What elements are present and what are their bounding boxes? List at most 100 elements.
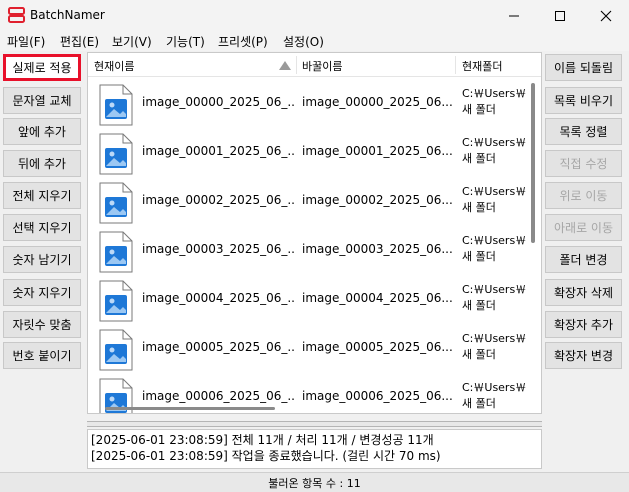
prepend-button[interactable]: 앞에 추가 [3, 118, 81, 145]
folder-cell: C:￦Users￦ 새 폴더 [462, 233, 528, 265]
clear-all-button[interactable]: 전체 지우기 [3, 182, 81, 209]
move-up-button[interactable]: 위로 이동 [545, 182, 622, 209]
button-label: 아래로 이동 [553, 221, 613, 235]
folder-path: C:￦Users￦ [462, 185, 527, 198]
new-name-cell: image_00001_2025_06... [302, 144, 452, 158]
button-label: 숫자 남기기 [12, 253, 72, 267]
column-current-folder[interactable]: 현재폴더 [462, 58, 502, 74]
image-file-icon [99, 231, 133, 273]
add-extension-button[interactable]: 확장자 추가 [545, 311, 622, 338]
button-label: 목록 비우기 [553, 94, 613, 108]
change-extension-button[interactable]: 확장자 변경 [545, 342, 622, 369]
status-bar: 불러온 항목 수 : 11 [0, 472, 629, 492]
button-label: 문자열 교체 [12, 94, 72, 108]
maximize-button[interactable] [537, 0, 583, 31]
apply-button[interactable]: 실제로 적용 [3, 54, 81, 81]
folder-cell: C:￦Users￦ 새 폴더 [462, 380, 528, 412]
title-bar[interactable]: BatchNamer [0, 0, 629, 31]
button-label: 선택 지우기 [12, 221, 72, 235]
button-label: 위로 이동 [559, 189, 608, 203]
change-folder-button[interactable]: 폴더 변경 [545, 246, 622, 273]
current-name-cell: image_00003_2025_06_... [142, 242, 296, 256]
column-new-name[interactable]: 바꿀이름 [302, 58, 342, 74]
current-name-cell: image_00005_2025_06_... [142, 340, 296, 354]
log-panel[interactable]: [2025-06-01 23:08:59] 전체 11개 / 처리 11개 / … [87, 429, 542, 469]
menu-settings[interactable]: 설정(O) [283, 33, 324, 50]
new-name-cell: image_00000_2025_06... [302, 95, 452, 109]
append-button[interactable]: 뒤에 추가 [3, 150, 81, 177]
close-icon [600, 10, 612, 21]
status-text: 불러온 항목 수 : 11 [268, 476, 361, 490]
log-line: [2025-06-01 23:08:59] 작업을 종료했습니다. (걸린 시간… [91, 449, 441, 463]
menu-view[interactable]: 보기(V) [112, 33, 152, 50]
button-label: 전체 지우기 [12, 189, 72, 203]
edit-directly-button[interactable]: 직접 수정 [545, 150, 622, 177]
folder-path: C:￦Users￦ [462, 381, 527, 394]
column-current-name[interactable]: 현재이름 [94, 58, 134, 74]
image-file-icon [99, 133, 133, 175]
folder-cell: C:￦Users￦ 새 폴더 [462, 135, 528, 167]
new-name-cell: image_00003_2025_06... [302, 242, 452, 256]
folder-path: C:￦Users￦ [462, 87, 527, 100]
image-file-icon [99, 182, 133, 224]
new-name-cell: image_00004_2025_06... [302, 291, 452, 305]
minimize-button[interactable] [491, 0, 537, 31]
menu-tools[interactable]: 기능(T) [166, 33, 205, 50]
button-label: 확장자 추가 [553, 318, 613, 332]
menu-edit[interactable]: 편집(E) [60, 33, 99, 50]
clear-selection-button[interactable]: 선택 지우기 [3, 214, 81, 241]
button-label: 폴더 변경 [559, 253, 608, 267]
current-name-cell: image_00004_2025_06_... [142, 291, 296, 305]
file-row[interactable]: image_00002_2025_06_... image_00002_2025_… [88, 176, 528, 225]
replace-string-button[interactable]: 문자열 교체 [3, 87, 81, 114]
button-label: 목록 정렬 [559, 125, 608, 139]
clear-list-button[interactable]: 목록 비우기 [545, 87, 622, 114]
file-row[interactable]: image_00000_2025_06_... image_00000_2025_… [88, 78, 528, 127]
file-row[interactable]: image_00003_2025_06_... image_00003_2025_… [88, 225, 528, 274]
current-name-cell: image_00000_2025_06_... [142, 95, 296, 109]
add-numbering-button[interactable]: 번호 붙이기 [3, 342, 81, 369]
folder-name: 새 폴더 [462, 299, 496, 312]
image-file-icon [99, 84, 133, 126]
file-row[interactable]: image_00001_2025_06_... image_00001_2025_… [88, 127, 528, 176]
file-row[interactable]: image_00005_2025_06_... image_00005_2025_… [88, 323, 528, 372]
button-label: 번호 붙이기 [12, 349, 72, 363]
button-label: 뒤에 추가 [18, 157, 66, 171]
button-label: 직접 수정 [559, 157, 608, 171]
menu-file[interactable]: 파일(F) [7, 33, 45, 50]
maximize-icon [555, 10, 565, 21]
folder-name: 새 폴더 [462, 250, 496, 263]
menu-bar: 파일(F) 편집(E) 보기(V) 기능(T) 프리셋(P) 설정(O) [0, 31, 629, 51]
remove-numbers-button[interactable]: 숫자 지우기 [3, 279, 81, 306]
button-label: 이름 되돌림 [553, 61, 613, 75]
vertical-scrollbar[interactable] [531, 83, 535, 243]
current-name-cell: image_00001_2025_06_... [142, 144, 296, 158]
folder-cell: C:￦Users￦ 새 폴더 [462, 184, 528, 216]
folder-name: 새 폴더 [462, 201, 496, 214]
revert-names-button[interactable]: 이름 되돌림 [545, 54, 622, 81]
delete-extension-button[interactable]: 확장자 삭제 [545, 279, 622, 306]
column-divider[interactable] [455, 56, 456, 74]
move-down-button[interactable]: 아래로 이동 [545, 214, 622, 241]
log-line: [2025-06-01 23:08:59] 전체 11개 / 처리 11개 / … [91, 433, 434, 447]
folder-path: C:￦Users￦ [462, 332, 527, 345]
folder-name: 새 폴더 [462, 152, 496, 165]
sort-list-button[interactable]: 목록 정렬 [545, 118, 622, 145]
button-label: 자릿수 맞춤 [12, 318, 72, 332]
folder-name: 새 폴더 [462, 397, 496, 410]
splitter-handle[interactable] [87, 421, 542, 427]
file-row[interactable]: image_00004_2025_06_... image_00004_2025_… [88, 274, 528, 323]
folder-path: C:￦Users￦ [462, 136, 527, 149]
close-button[interactable] [583, 0, 629, 31]
folder-path: C:￦Users￦ [462, 283, 527, 296]
button-label: 숫자 지우기 [12, 286, 72, 300]
keep-numbers-button[interactable]: 숫자 남기기 [3, 246, 81, 273]
folder-path: C:￦Users￦ [462, 234, 527, 247]
file-list[interactable]: 현재이름 바꿀이름 현재폴더 image_00000_2025_06_... im… [87, 52, 542, 414]
minimize-icon [509, 15, 519, 16]
app-logo-icon [8, 7, 25, 23]
horizontal-scrollbar[interactable] [105, 407, 275, 410]
column-divider[interactable] [296, 56, 297, 74]
menu-presets[interactable]: 프리셋(P) [218, 33, 268, 50]
pad-digits-button[interactable]: 자릿수 맞춤 [3, 311, 81, 338]
